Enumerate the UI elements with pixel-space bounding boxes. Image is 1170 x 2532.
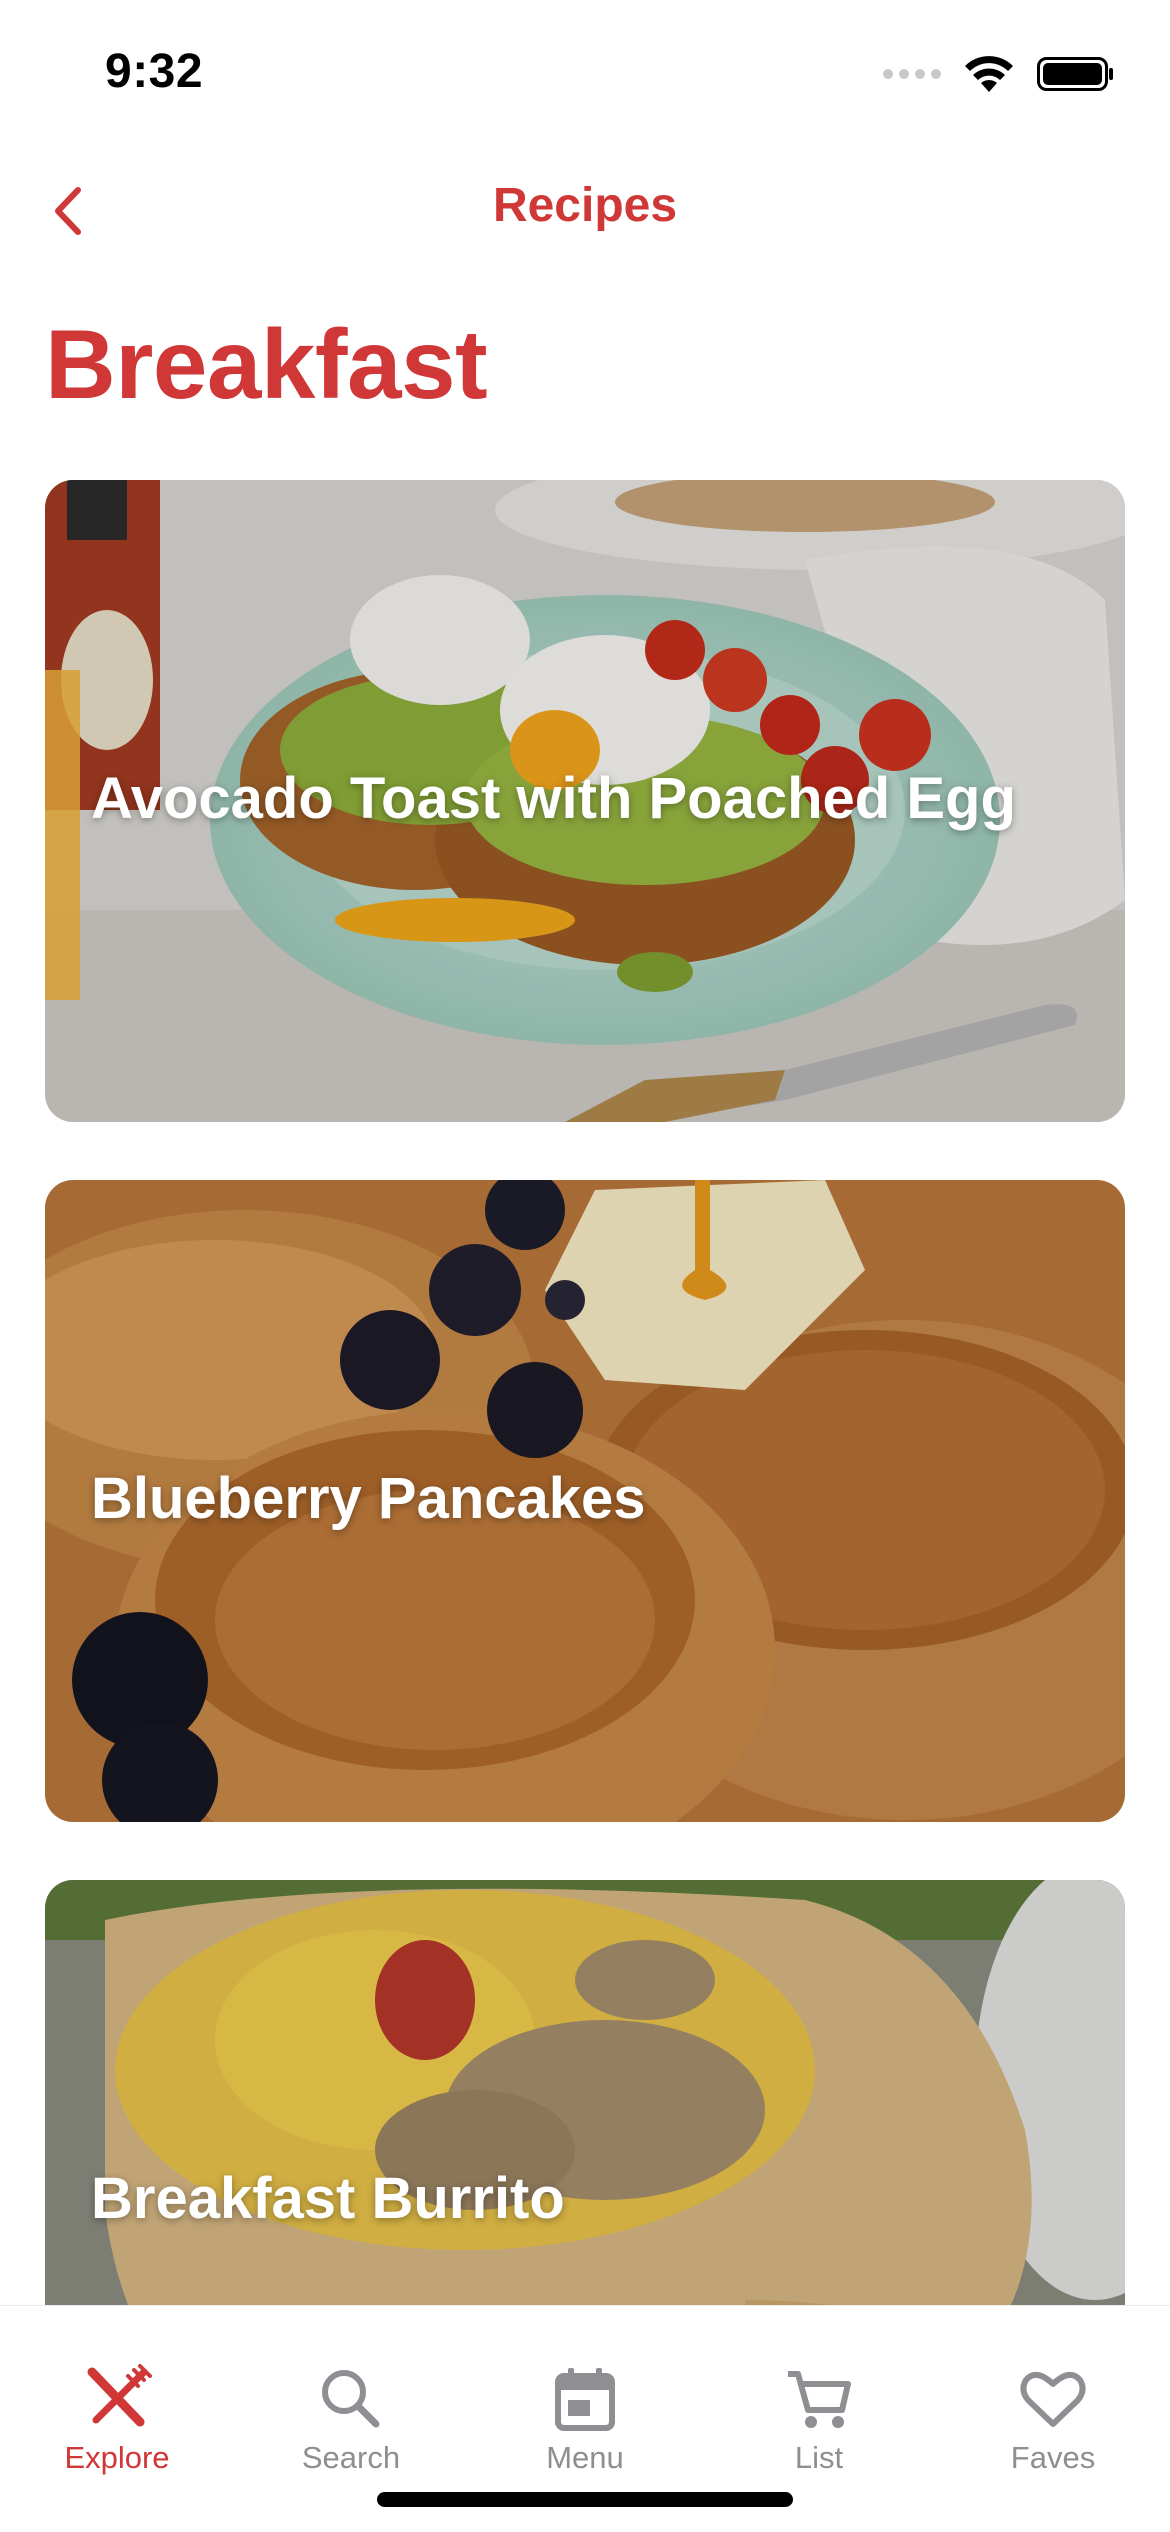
tab-label: List [794, 2440, 844, 2475]
recipe-card-avocado-toast[interactable]: Avocado Toast with Poached Egg [45, 480, 1125, 1122]
tab-label: Menu [546, 2440, 624, 2475]
status-icons [883, 52, 1115, 96]
tab-explore[interactable]: Explore [0, 2306, 234, 2476]
status-time: 9:32 [105, 45, 204, 98]
recipes-screen: 9:32 Recipes Breakfast Avocado Toast wit… [0, 0, 1170, 2532]
nav-title: Recipes [492, 179, 678, 232]
fork-knife-icon [87, 2364, 152, 2427]
tab-faves[interactable]: Faves [936, 2306, 1170, 2476]
recipe-title: Breakfast Burrito [91, 2166, 565, 2231]
calendar-icon [555, 2368, 615, 2431]
recipe-card-blueberry-pancakes[interactable]: Blueberry Pancakes [45, 1180, 1125, 1822]
cellular-signal-icon [883, 69, 941, 79]
search-icon [322, 2370, 380, 2428]
status-bar: 9:32 [0, 0, 1170, 150]
tab-search[interactable]: Search [234, 2306, 468, 2476]
recipe-title: Blueberry Pancakes [91, 1466, 646, 1531]
tab-label: Search [301, 2440, 401, 2475]
tab-menu[interactable]: Menu [468, 2306, 702, 2476]
heart-icon [1020, 2371, 1086, 2427]
home-indicator [377, 2492, 793, 2507]
cart-icon [788, 2371, 851, 2428]
page-title: Breakfast [45, 309, 488, 419]
tab-label: Faves [1010, 2440, 1096, 2475]
wifi-icon [965, 56, 1013, 92]
tab-label: Explore [64, 2440, 170, 2475]
tab-list[interactable]: List [702, 2306, 936, 2476]
recipe-title: Avocado Toast with Poached Egg [91, 766, 1016, 831]
navigation-bar: Recipes [0, 160, 1170, 260]
battery-icon [1037, 57, 1113, 91]
